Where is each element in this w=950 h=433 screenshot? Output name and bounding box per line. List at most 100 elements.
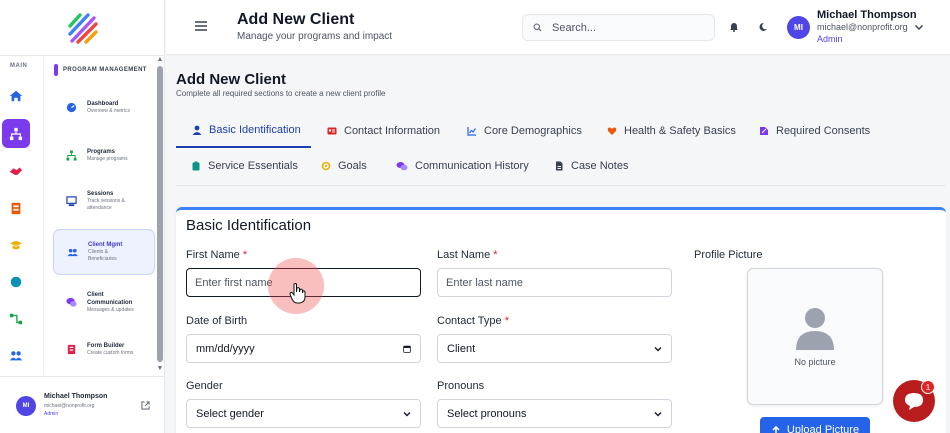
sidebar-item-dashboard[interactable]: Dashboard Overview & metrics [53,84,155,130]
globe-icon [10,276,22,288]
rail-handshake-button[interactable] [2,157,30,185]
sitemap-icon [65,149,77,161]
rail-calendar-button[interactable] [2,194,30,222]
id-card-icon [327,127,337,135]
sidebar-item-form-builder[interactable]: Form Builder Create custom forms [53,327,155,371]
rail-users-button[interactable] [2,342,30,370]
top-header: Add New Client Manage your programs and … [166,0,950,55]
graduation-cap-icon [9,240,23,250]
chat-bubble-icon [905,393,923,410]
tab-label: Contact Information [344,125,440,137]
clipboard-icon [192,161,200,171]
tab-label: Health & Safety Basics [624,125,736,137]
tab-required-consents[interactable]: Required Consents [759,114,870,148]
sidebar-item-subtitle: Create custom forms [87,349,134,356]
contact-type-value: Client [447,342,476,355]
rail-graduation-button[interactable] [2,231,30,259]
search-input[interactable] [552,21,712,34]
tab-core-demographics[interactable]: Core Demographics [467,114,582,148]
person-placeholder-icon [796,308,834,350]
sidebar-item-title: Client Communication [87,291,133,306]
tab-service-essentials[interactable]: Service Essentials [191,149,298,183]
chart-icon [467,127,476,136]
presentation-icon [65,195,77,206]
tab-goals[interactable]: Goals [321,149,367,183]
dob-label: Date of Birth [186,315,248,327]
sidebar-item-subtitle: Track sessions & attendance [87,198,125,211]
chevron-down-icon[interactable] [914,22,924,32]
scroll-thumb[interactable] [157,66,163,362]
gender-label: Gender [186,380,223,392]
tab-case-notes[interactable]: Case Notes [554,149,628,183]
gender-value: Select gender [196,407,264,420]
tab-basic-identification[interactable]: Basic Identification [176,114,311,148]
dashboard-icon [66,102,76,112]
scroll-down-icon[interactable]: ▼ [156,365,164,373]
tab-contact-information[interactable]: Contact Information [327,114,440,148]
page-subtitle: Complete all required sections to create… [176,89,386,98]
file-icon [556,161,563,171]
sidebar-item-subtitle: Manage programs [87,155,128,162]
tab-label: Goals [338,160,367,172]
moon-icon[interactable] [758,22,768,32]
header-user-role: Admin [817,34,843,44]
sidebar-item-title: Sessions [87,191,114,197]
section-title: Basic Identification [186,217,312,234]
flow-icon [9,313,23,325]
calendar-icon[interactable] [403,345,411,353]
header-user-email: michael@nonprofit.org [817,22,908,32]
sidebar-user-card: MI Michael Thompson michael@nonprofit.or… [0,376,165,433]
home-icon [9,90,23,102]
sidebar-scrollbar[interactable]: ▲ ▼ [156,56,164,376]
header-avatar[interactable]: MI [787,16,810,39]
chevron-down-icon [403,411,411,416]
last-name-input[interactable] [437,268,672,297]
search-icon [533,23,542,32]
gender-select[interactable]: Select gender [186,399,421,428]
rail-separator [43,57,44,375]
chevron-down-icon [654,346,662,351]
contact-type-select[interactable]: Client [437,334,672,363]
rail-home-button[interactable] [2,82,30,110]
avatar[interactable]: MI [16,396,36,416]
dob-value: mm/dd/yyyy [196,342,255,355]
required-mark: * [504,315,509,327]
tab-label: Core Demographics [484,125,582,137]
user-email: michael@nonprofit.org [44,403,95,409]
rail-globe-button[interactable] [2,268,30,296]
rail-sitemap-button[interactable] [2,119,30,148]
sitemap-icon [9,127,23,140]
sidebar-divider [0,55,165,56]
sidebar-item-programs[interactable]: Programs Manage programs [53,132,155,178]
comments-icon [65,297,77,307]
rail-flow-button[interactable] [2,305,30,333]
sidebar-item-title: Programs [87,148,116,155]
tab-health-safety[interactable]: Health & Safety Basics [607,114,736,148]
dob-input[interactable]: mm/dd/yyyy [186,334,421,363]
handshake-icon [9,167,23,175]
rail-label: MAIN [10,63,28,69]
last-name-label: Last Name * [437,249,498,261]
sidebar-item-client-communication[interactable]: Client Communication Messages & updates [53,280,155,324]
search-box[interactable] [522,14,715,41]
external-link-icon[interactable] [141,401,150,410]
upload-picture-button[interactable]: Upload Picture [760,417,870,433]
sidebar-item-client-mgmt[interactable]: Client Mgmt Clients & Beneficiaries [53,229,155,275]
header-user-name: Michael Thompson [817,9,917,21]
sidebar: MAIN PROGRAM MANAGEMENT Dashboard Overvi… [0,0,165,433]
bell-icon[interactable] [729,22,739,32]
user-name: Michael Thompson [44,393,108,400]
required-mark: * [242,249,248,261]
pronouns-label: Pronouns [437,380,485,392]
tab-communication-history[interactable]: Communication History [396,149,529,183]
user-role: Admin [44,411,59,417]
sidebar-item-sessions[interactable]: Sessions Track sessions & attendance [53,180,155,222]
hamburger-menu-icon[interactable] [194,19,208,33]
tab-label: Basic Identification [209,124,301,136]
section-title: PROGRAM MANAGEMENT [63,67,147,73]
program-management-heading: PROGRAM MANAGEMENT [54,64,147,76]
tab-label: Communication History [415,160,529,172]
pronouns-select[interactable]: Select pronouns [437,399,672,428]
header-title: Add New Client [237,11,355,28]
scroll-up-icon[interactable]: ▲ [156,56,164,64]
